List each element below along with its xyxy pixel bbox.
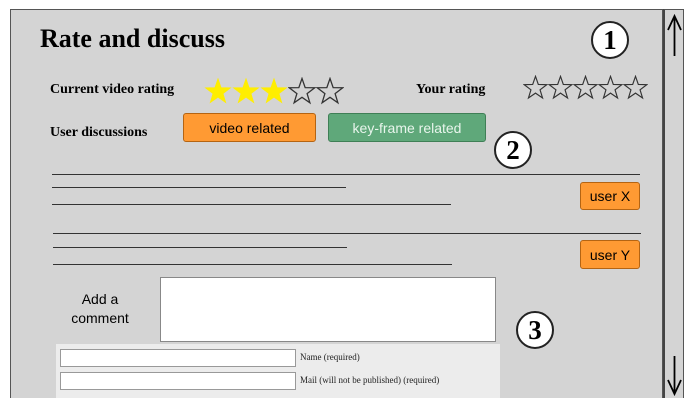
star-filled-icon [260,77,288,104]
star-empty-icon[interactable] [573,75,598,100]
your-rating-label: Your rating [416,82,486,97]
callout-2: 2 [494,131,532,169]
scroll-down-arrow-icon[interactable] [665,356,684,398]
star-empty-icon[interactable] [523,75,548,100]
star-empty-icon[interactable] [548,75,573,100]
current-rating-label: Current video rating [50,82,175,97]
scroll-up-arrow-icon[interactable] [665,12,684,56]
comment-text-line [53,264,452,265]
comment-author-form: Name (required) Mail (will not be publis… [56,344,500,398]
star-empty-icon[interactable] [598,75,623,100]
user-discussions-label: User discussions [50,125,148,140]
callout-3: 3 [516,311,554,349]
star-empty-icon [288,77,316,105]
scrollbar[interactable] [663,9,684,398]
tab-key-frame-related[interactable]: key-frame related [328,113,486,142]
your-rating-stars[interactable] [523,75,648,100]
add-comment-label: Add a comment [71,291,129,326]
comment-textarea[interactable] [160,277,496,342]
page-title: Rate and discuss [40,24,225,53]
comment-user-button[interactable]: user X [580,182,640,210]
comment-text-line [52,174,640,175]
name-field-label: Name (required) [300,352,360,362]
comment-text-line [53,247,347,248]
comment-text-line [53,233,641,234]
mail-field[interactable] [60,372,296,390]
star-empty-icon[interactable] [623,75,648,100]
comment-text-line [52,204,451,205]
star-empty-icon [316,77,344,105]
tab-video-related[interactable]: video related [183,113,316,142]
comment-text-line [52,187,346,188]
name-field[interactable] [60,349,296,367]
star-filled-icon [232,77,260,104]
mail-field-label: Mail (will not be published) (required) [300,375,440,385]
callout-1: 1 [591,21,629,59]
comment-user-button[interactable]: user Y [580,240,640,269]
star-filled-icon [204,77,232,104]
current-rating-stars [204,77,344,105]
